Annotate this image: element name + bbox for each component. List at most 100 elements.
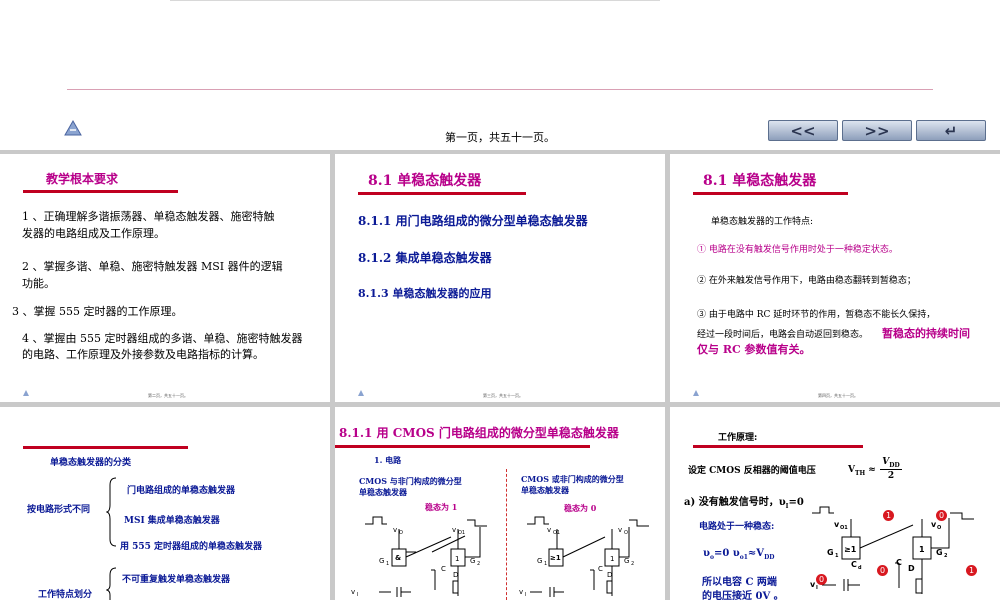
title-underline xyxy=(358,192,526,195)
title-underline xyxy=(693,192,848,195)
prev-button[interactable]: << xyxy=(768,120,838,141)
title-underline xyxy=(23,190,178,193)
state-marker-1: 1 xyxy=(883,510,894,521)
list-item: 发器的电路组成及工作原理。 xyxy=(22,227,165,240)
state-marker-0: 0 xyxy=(877,565,888,576)
slide-thumb-2[interactable]: 教学根本要求 1 、正确理解多谐振荡器、单稳态触发器、施密特触 发器的电路组成及… xyxy=(0,154,330,402)
slide-thumb-7[interactable]: 工作原理: 设定 CMOS 反相器的阈值电压 VTH ≈ VDD 2 a) 没有… xyxy=(670,407,1000,600)
svg-text:d: d xyxy=(858,565,862,571)
list-item: 2 、掌握多谐、单稳、施密特触发器 MSI 器件的逻辑 xyxy=(22,260,283,273)
list-item: 8.1.3 单稳态触发器的应用 xyxy=(358,287,492,300)
title-underline xyxy=(23,446,188,449)
group-item: 门电路组成的单稳态触发器 xyxy=(127,486,236,496)
list-item: 功能。 xyxy=(22,277,55,290)
svg-text:v: v xyxy=(618,526,622,534)
next-button[interactable]: >> xyxy=(842,120,912,141)
svg-text:C: C xyxy=(598,565,603,573)
case-a-label: a) 没有触发信号时，υI=0 xyxy=(684,497,804,510)
svg-text:C: C xyxy=(441,565,446,573)
slide-title: 8.1 单稳态触发器 xyxy=(703,173,817,189)
circuit-diagram: & 1 G1 G2 vO v O1 C D vI ≥1 1 G1 G2 v O1 v… xyxy=(351,516,649,598)
brace-icon xyxy=(106,477,117,547)
slide-title: 单稳态触发器的分类 xyxy=(50,458,132,468)
svg-text:1: 1 xyxy=(386,561,389,567)
section-label: 1. 电路 xyxy=(374,455,402,465)
svg-text:v: v xyxy=(393,526,397,534)
slide-page-number: 第四页，共五十一页。 xyxy=(818,393,858,398)
svg-text:v: v xyxy=(452,526,456,534)
slide-thumb-5[interactable]: 单稳态触发器的分类 按电路形式不同 门电路组成的单稳态触发器 MSI 集成单稳态… xyxy=(0,407,330,600)
svg-text:G: G xyxy=(936,548,943,557)
title-underline xyxy=(335,445,590,448)
logo-icon xyxy=(23,390,29,396)
svg-text:2: 2 xyxy=(477,561,480,567)
point-3-emphasis: 暂稳态的持续时间 xyxy=(882,327,970,340)
conclusion-text: 的电压接近 0V 。 xyxy=(702,591,784,600)
logo-icon xyxy=(693,390,699,396)
list-item: 的电路、工作原理及外接参数及电路指标的计算。 xyxy=(22,348,264,361)
intro-text: 单稳态触发器的工作特点: xyxy=(711,217,814,227)
point-1: ① 电路在没有触发信号作用时处于一种稳定状态。 xyxy=(697,245,898,255)
svg-text:v: v xyxy=(351,588,355,596)
svg-text:≥1: ≥1 xyxy=(550,554,561,562)
group-item: MSI 集成单稳态触发器 xyxy=(124,516,220,526)
threshold-text: 设定 CMOS 反相器的阈值电压 xyxy=(688,466,816,476)
stable-state-text: 电路处于一种稳态: xyxy=(699,522,775,532)
svg-text:G: G xyxy=(827,548,834,557)
svg-text:v: v xyxy=(519,588,523,596)
svg-text:D: D xyxy=(453,571,458,579)
svg-text:O: O xyxy=(624,530,628,536)
equation: υo=0 υo1≈VDD xyxy=(703,548,775,561)
svg-text:1: 1 xyxy=(610,555,614,563)
left-caption: CMOS 与非门构成的微分型 xyxy=(359,476,462,486)
svg-text:O: O xyxy=(399,530,403,536)
slide-title: 8.1.1 用 CMOS 门电路组成的微分型单稳态触发器 xyxy=(339,426,619,440)
right-caption: 单稳态触发器 xyxy=(521,485,569,495)
group-label: 按电路形式不同 xyxy=(27,505,91,515)
conclusion-text: 所以电容 C 两端 xyxy=(702,577,777,588)
svg-text:2: 2 xyxy=(944,553,948,559)
svg-text:I: I xyxy=(357,592,358,598)
svg-text:1: 1 xyxy=(455,555,459,563)
group-item: 用 555 定时器组成的单稳态触发器 xyxy=(120,542,263,552)
slide-title: 工作原理: xyxy=(718,433,758,443)
list-item: 1 、正确理解多谐振荡器、单稳态触发器、施密特触 xyxy=(22,210,275,223)
slide-thumb-4[interactable]: 8.1 单稳态触发器 单稳态触发器的工作特点: ① 电路在没有触发信号作用时处于… xyxy=(670,154,1000,402)
group-label: 工作特点划分 xyxy=(38,590,93,600)
list-item: 4 、掌握由 555 定时器组成的多谐、单稳、施密特触发器 xyxy=(22,332,303,345)
svg-text:G: G xyxy=(379,557,384,565)
fraction-numerator: VDD xyxy=(880,457,902,470)
slide-thumb-6[interactable]: 8.1.1 用 CMOS 门电路组成的微分型单稳态触发器 1. 电路 CMOS … xyxy=(335,407,665,600)
list-item: 3 、掌握 555 定时器的工作原理。 xyxy=(12,305,183,318)
svg-text:G: G xyxy=(470,557,475,565)
point-2: ② 在外来触发信号作用下，电路由稳态翻转到暂稳态； xyxy=(697,276,916,286)
list-item: 8.1.2 集成单稳态触发器 xyxy=(358,251,492,265)
vth-label: VTH ≈ xyxy=(848,465,876,477)
svg-text:I: I xyxy=(816,585,818,591)
svg-text:1: 1 xyxy=(835,553,839,559)
left-caption: 单稳态触发器 xyxy=(359,487,407,497)
svg-text:O1: O1 xyxy=(553,530,560,536)
right-caption: CMOS 或非门构成的微分型 xyxy=(521,474,624,484)
brace-icon xyxy=(106,567,117,600)
list-item: 8.1.1 用门电路组成的微分型单稳态触发器 xyxy=(358,214,588,228)
svg-text:O: O xyxy=(937,525,941,531)
title-underline xyxy=(693,445,863,448)
svg-text:C: C xyxy=(851,560,857,569)
fraction-denominator: 2 xyxy=(887,471,895,481)
svg-text:v: v xyxy=(547,526,551,534)
svg-text:I: I xyxy=(525,592,526,598)
point-3: ③ 由于电路中 RC 延时环节的作用，暂稳态不能长久保持， xyxy=(697,310,936,320)
point-3-emphasis-cont: 仅与 RC 参数值有关。 xyxy=(697,343,811,356)
slide-thumb-3[interactable]: 8.1 单稳态触发器 8.1.1 用门电路组成的微分型单稳态触发器 8.1.2 … xyxy=(335,154,665,402)
logo-icon xyxy=(358,390,364,396)
state-marker-0: 0 xyxy=(816,574,827,585)
slide-title: 教学根本要求 xyxy=(46,172,119,186)
svg-text:D: D xyxy=(607,571,612,579)
slide-page-number: 第二页，共五十一页。 xyxy=(148,393,188,398)
return-button[interactable]: ↵ xyxy=(916,120,986,141)
svg-text:C: C xyxy=(896,558,902,567)
svg-text:D: D xyxy=(908,564,915,573)
svg-text:1: 1 xyxy=(919,545,925,554)
svg-text:G: G xyxy=(537,557,542,565)
